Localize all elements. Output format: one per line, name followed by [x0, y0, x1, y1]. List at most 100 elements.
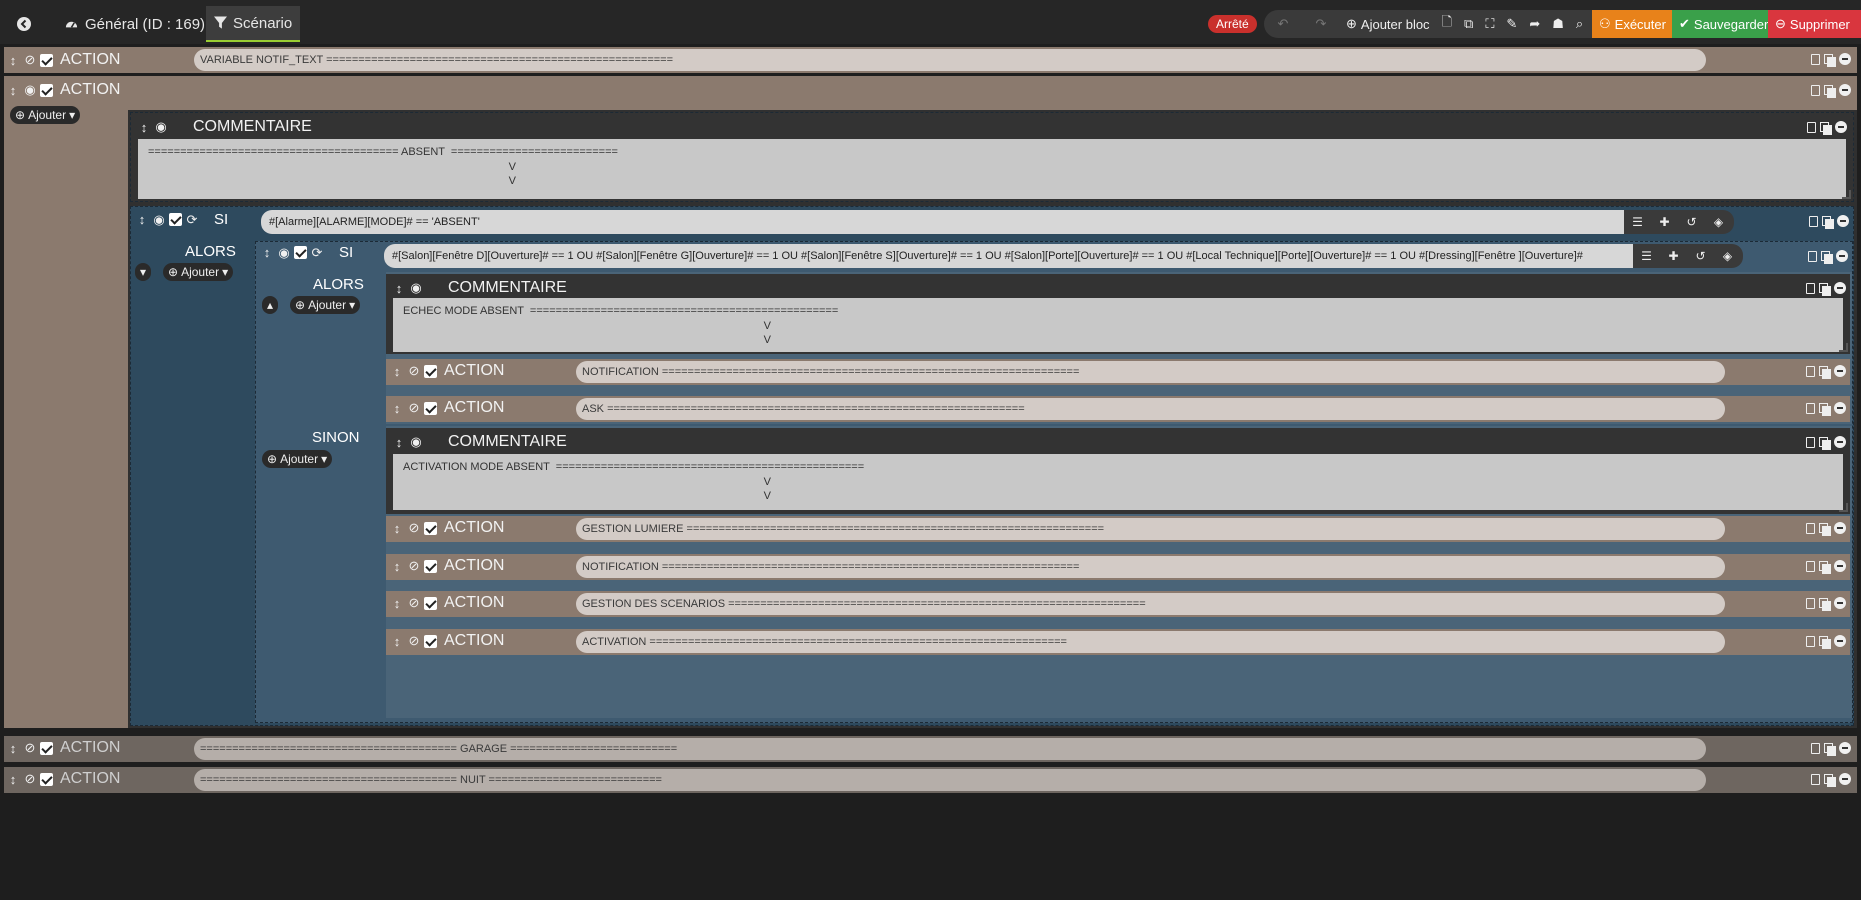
copy-icon[interactable]: [1806, 597, 1815, 609]
add-button[interactable]: ⊕ Ajouter ▾: [262, 450, 333, 468]
eye-icon[interactable]: ◉: [154, 119, 168, 134]
eye-icon[interactable]: ◉: [409, 434, 423, 449]
copy-icon[interactable]: [1806, 436, 1815, 448]
comment-text[interactable]: ======================================= …: [138, 139, 1846, 199]
refresh-icon[interactable]: ⟳: [185, 212, 199, 227]
move-handle-icon[interactable]: ↕: [392, 281, 406, 296]
history-icon[interactable]: ↺: [1678, 215, 1705, 229]
export-button[interactable]: ➦: [1523, 10, 1546, 38]
duplicate-icon[interactable]: [1819, 436, 1831, 450]
duplicate-icon[interactable]: [1819, 597, 1831, 611]
collapse-button[interactable]: ▾: [135, 263, 152, 281]
move-handle-icon[interactable]: ↕: [390, 401, 404, 416]
collapse-button[interactable]: ▴: [262, 296, 279, 314]
copy-icon[interactable]: [1811, 53, 1820, 65]
duplicate-icon[interactable]: [1821, 250, 1833, 264]
copy-icon[interactable]: [1806, 365, 1815, 377]
enable-checkbox[interactable]: [424, 364, 437, 378]
action-expression[interactable]: NOTIFICATION ===========================…: [576, 556, 1725, 578]
remove-icon[interactable]: [1834, 436, 1846, 448]
action-expression[interactable]: VARIABLE NOTIF_TEXT ====================…: [194, 49, 1706, 71]
eye-slash-icon[interactable]: ⊘: [407, 400, 421, 415]
enable-checkbox[interactable]: [40, 53, 53, 67]
enable-checkbox[interactable]: [424, 521, 437, 535]
duplicate-icon[interactable]: [1819, 402, 1831, 416]
move-handle-icon[interactable]: ↕: [390, 521, 404, 536]
enable-checkbox[interactable]: [424, 559, 437, 573]
enable-checkbox[interactable]: [294, 246, 307, 259]
expand-button[interactable]: ⛶: [1479, 10, 1500, 38]
move-handle-icon[interactable]: ↕: [390, 634, 404, 649]
copy-icon[interactable]: [1806, 635, 1815, 647]
action-expression[interactable]: ========================================…: [194, 769, 1706, 791]
eye-slash-icon[interactable]: ⊘: [23, 740, 37, 755]
action-expression[interactable]: GESTION LUMIERE ========================…: [576, 518, 1725, 540]
eye-icon[interactable]: ◉: [277, 245, 291, 260]
eye-slash-icon[interactable]: ⊘: [407, 520, 421, 535]
edit-button[interactable]: ✎: [1500, 10, 1523, 38]
resize-handle-icon[interactable]: [1839, 503, 1848, 512]
redo-button[interactable]: ↷: [1302, 10, 1340, 38]
move-handle-icon[interactable]: ↕: [390, 596, 404, 611]
delete-button[interactable]: ⊖ Supprimer: [1768, 10, 1861, 38]
remove-icon[interactable]: [1834, 282, 1846, 294]
template-button[interactable]: ☗: [1546, 10, 1570, 38]
refresh-icon[interactable]: ⟳: [310, 245, 324, 260]
eye-slash-icon[interactable]: ⊘: [23, 52, 37, 67]
remove-icon[interactable]: [1837, 215, 1849, 227]
move-handle-icon[interactable]: ↕: [6, 741, 20, 756]
copy-icon[interactable]: [1808, 250, 1817, 262]
add-button[interactable]: ⊕ Ajouter ▾: [290, 296, 361, 314]
comment-text[interactable]: ECHEC MODE ABSENT ======================…: [393, 298, 1843, 352]
tab-scenario[interactable]: Scénario: [206, 6, 301, 42]
duplicate-icon[interactable]: [1819, 282, 1831, 296]
remove-icon[interactable]: [1839, 53, 1851, 65]
duplicate-icon[interactable]: [1819, 365, 1831, 379]
enable-checkbox[interactable]: [40, 741, 53, 755]
move-handle-icon[interactable]: ↕: [390, 559, 404, 574]
copy-icon[interactable]: [1811, 773, 1820, 785]
move-handle-icon[interactable]: ↕: [390, 364, 404, 379]
eye-slash-icon[interactable]: ⊘: [407, 595, 421, 610]
add-button[interactable]: ⊕ Ajouter ▾: [10, 106, 81, 124]
move-handle-icon[interactable]: ↕: [392, 435, 406, 450]
duplicate-icon[interactable]: [1819, 522, 1831, 536]
copy-icon[interactable]: [1806, 282, 1815, 294]
action-expression[interactable]: GESTION DES SCENARIOS ==================…: [576, 593, 1725, 615]
puzzle-icon[interactable]: ✚: [1651, 215, 1678, 229]
remove-icon[interactable]: [1834, 597, 1846, 609]
enable-checkbox[interactable]: [40, 83, 53, 97]
duplicate-icon[interactable]: [1819, 635, 1831, 649]
resize-handle-icon[interactable]: [1842, 190, 1851, 199]
duplicate-icon[interactable]: [1824, 773, 1836, 787]
action-expression[interactable]: ACTIVATION =============================…: [576, 631, 1725, 653]
enable-checkbox[interactable]: [424, 634, 437, 648]
enable-checkbox[interactable]: [424, 401, 437, 415]
enable-checkbox[interactable]: [169, 213, 182, 226]
duplicate-icon[interactable]: [1824, 84, 1836, 98]
duplicate-icon[interactable]: [1819, 560, 1831, 574]
remove-icon[interactable]: [1839, 84, 1851, 96]
eye-slash-icon[interactable]: ⊘: [407, 633, 421, 648]
remove-icon[interactable]: [1839, 742, 1851, 754]
eye-icon[interactable]: ◉: [409, 280, 423, 295]
enable-checkbox[interactable]: [40, 772, 53, 786]
remove-icon[interactable]: [1834, 635, 1846, 647]
remove-icon[interactable]: [1834, 522, 1846, 534]
search-button[interactable]: ⌕: [1570, 10, 1589, 38]
eye-slash-icon[interactable]: ⊘: [407, 363, 421, 378]
duplicate-icon[interactable]: [1822, 215, 1834, 229]
log-button[interactable]: 🗋: [1436, 10, 1458, 38]
duplicate-button[interactable]: ⧉: [1458, 10, 1479, 38]
copy-icon[interactable]: [1806, 402, 1815, 414]
add-button[interactable]: ⊕ Ajouter ▾: [163, 263, 234, 281]
eye-slash-icon[interactable]: ⊘: [407, 558, 421, 573]
duplicate-icon[interactable]: [1824, 53, 1836, 67]
puzzle-icon[interactable]: ✚: [1660, 249, 1687, 263]
move-handle-icon[interactable]: ↕: [6, 772, 20, 787]
list-icon[interactable]: ☰: [1633, 249, 1660, 263]
history-icon[interactable]: ↺: [1687, 249, 1714, 263]
eye-icon[interactable]: ◉: [23, 82, 37, 97]
copy-icon[interactable]: [1806, 522, 1815, 534]
list-icon[interactable]: ☰: [1624, 215, 1651, 229]
